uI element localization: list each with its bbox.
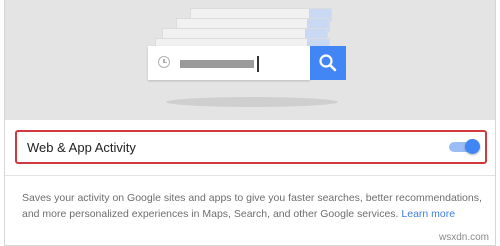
- search-box-illustration: [148, 46, 310, 80]
- query-placeholder-bar: [180, 60, 254, 68]
- illustration-header: [5, 0, 495, 120]
- illustration-shadow: [166, 97, 338, 107]
- setting-description: Saves your activity on Google sites and …: [22, 190, 482, 222]
- setting-title: Web & App Activity: [27, 140, 136, 155]
- divider: [5, 175, 495, 176]
- settings-card: Web & App Activity Saves your activity o…: [4, 0, 496, 246]
- web-app-activity-setting-row[interactable]: Web & App Activity: [15, 130, 487, 164]
- text-cursor: [257, 56, 259, 72]
- web-app-activity-toggle[interactable]: [447, 138, 481, 156]
- search-button-illustration: [310, 46, 346, 80]
- watermark: wsxdn.com: [438, 232, 489, 243]
- search-icon: [319, 54, 337, 72]
- learn-more-link[interactable]: Learn more: [401, 208, 455, 220]
- history-clock-icon: [158, 56, 170, 68]
- toggle-thumb: [465, 139, 480, 154]
